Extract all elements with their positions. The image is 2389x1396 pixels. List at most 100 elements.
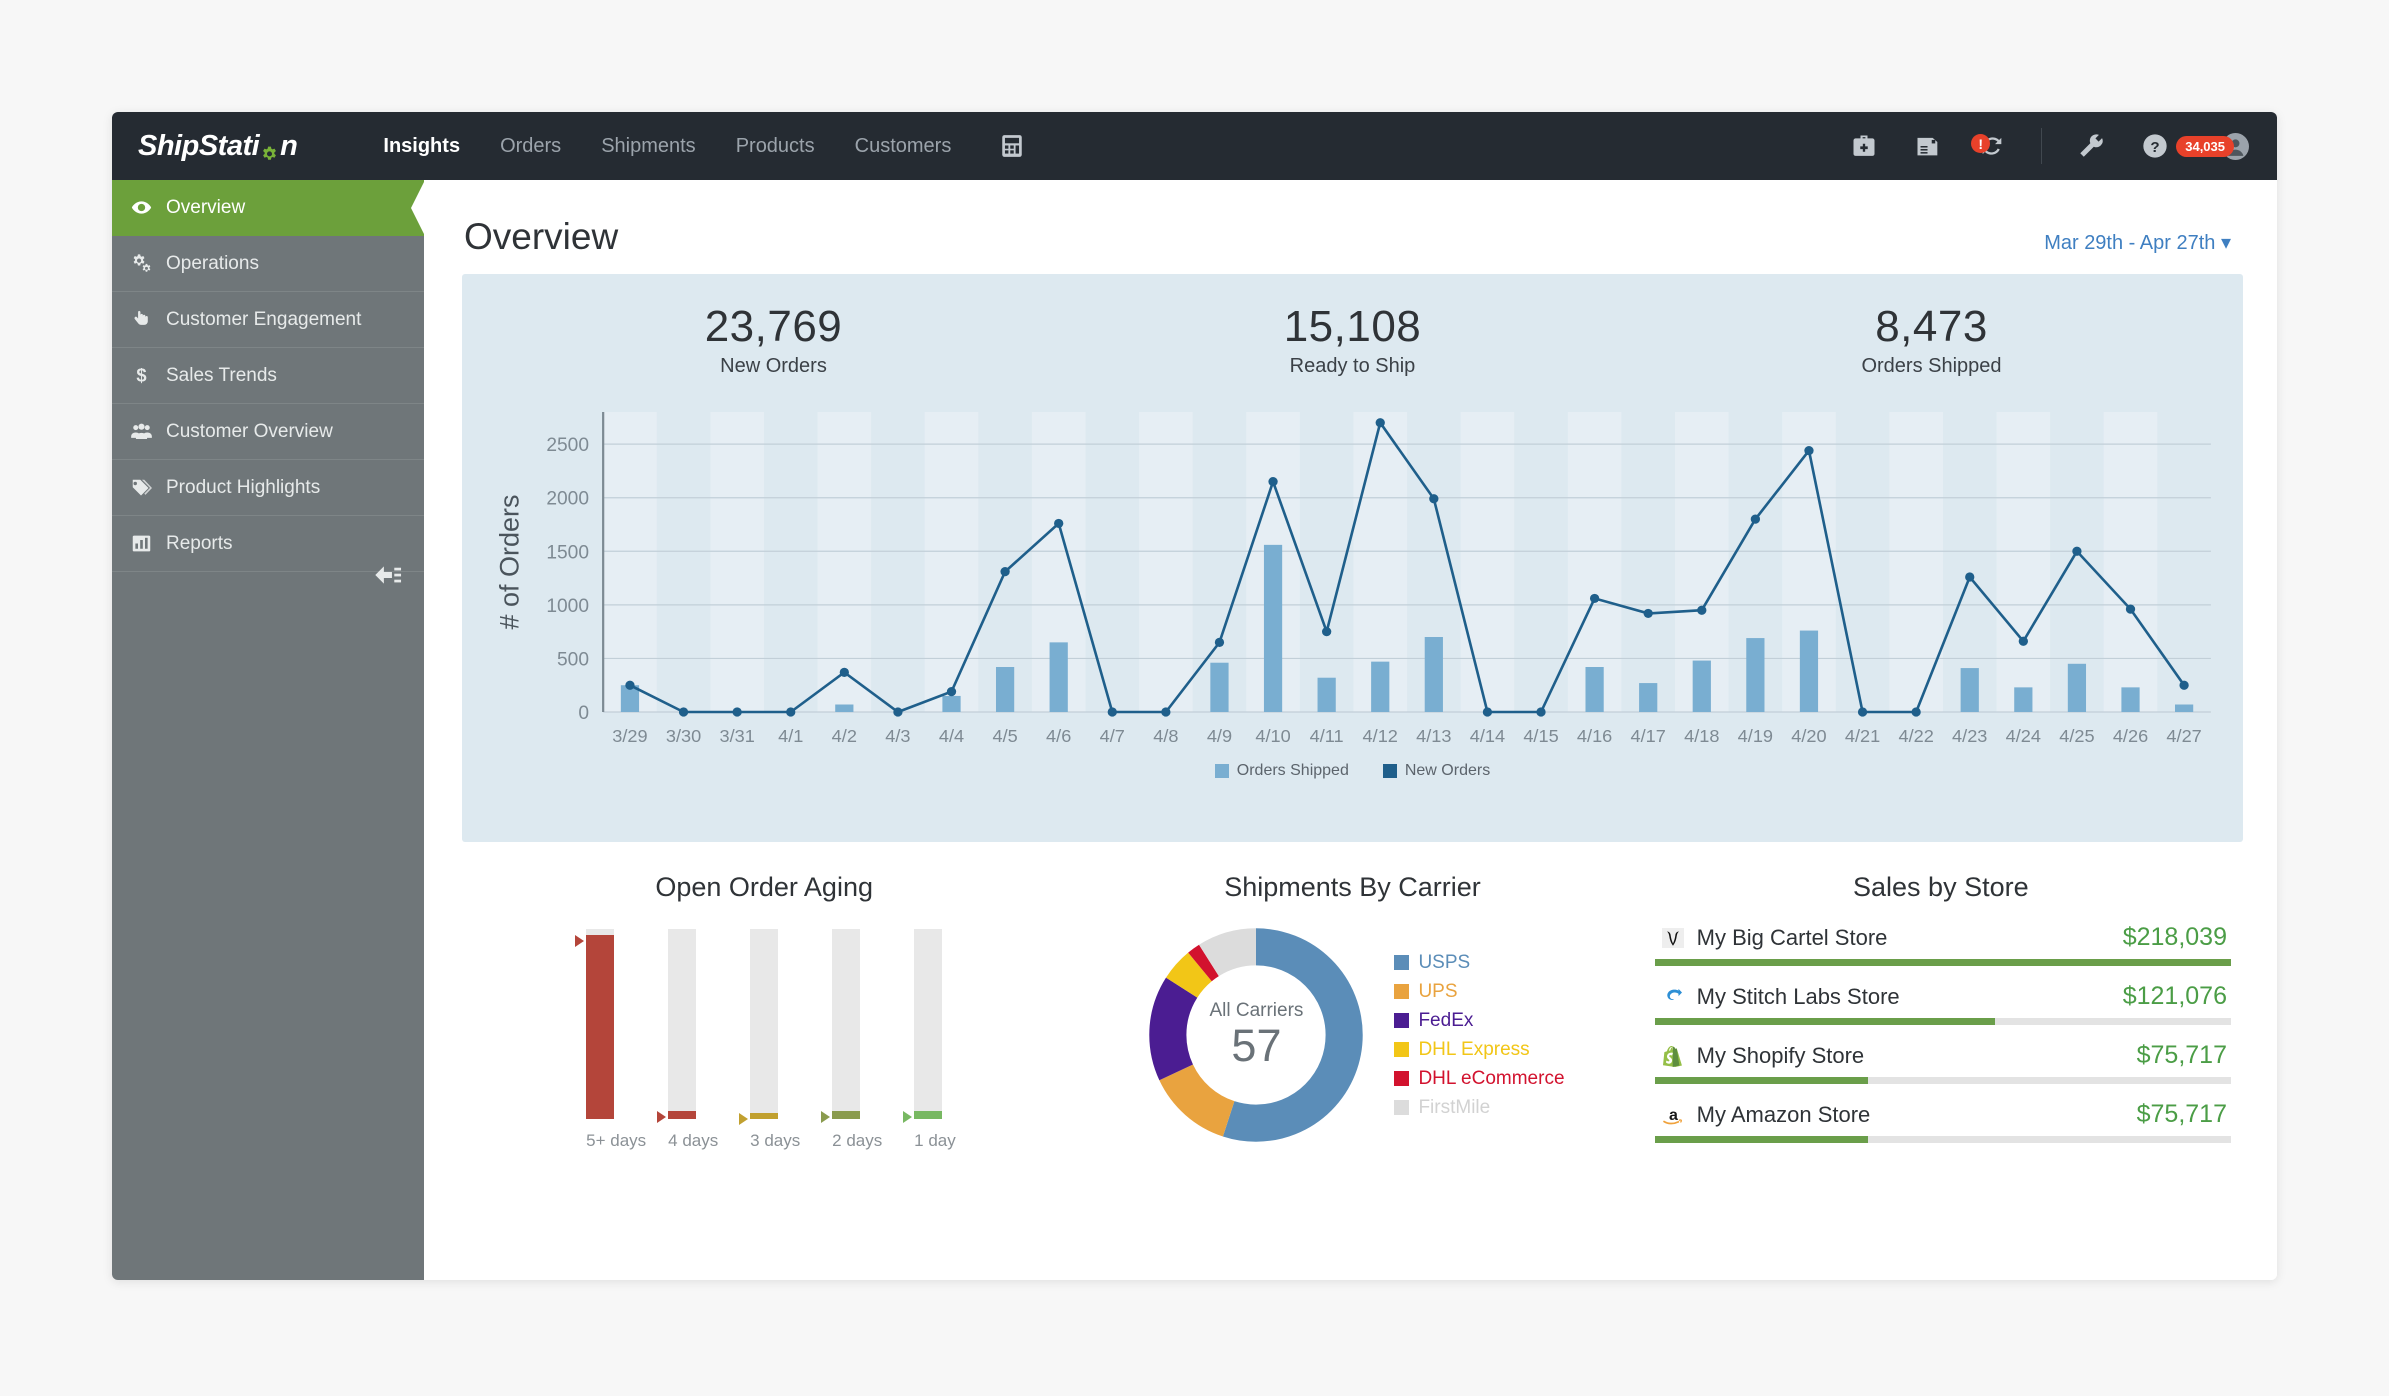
refresh-alert-icon[interactable]: ! [1971,131,2007,161]
svg-text:4/5: 4/5 [992,726,1017,746]
svg-text:4/25: 4/25 [2059,726,2094,746]
date-range-selector[interactable]: Mar 29th - Apr 27th ▾ [2044,230,2231,255]
aging-bar-track [750,929,779,1119]
carrier-legend: USPS UPS FedEx DHL Express DHL eCommerce Firs… [1394,952,1565,1119]
carrier-legend-item[interactable]: DHL Express [1394,1039,1564,1061]
store-list-item[interactable]: a My Amazon Store $75,717 [1654,1096,2231,1143]
sales-by-store-panel: Sales by Store My Big Cartel Store $218,0… [1647,872,2235,1155]
svg-text:4/8: 4/8 [1153,726,1178,746]
sidebar-item-overview[interactable]: Overview [112,180,425,236]
aging-bar-label: 2 days [832,1131,883,1150]
aging-bar-track [668,929,697,1119]
medical-kit-icon[interactable] [1849,131,1879,161]
nav-link-shipments[interactable]: Shipments [601,135,696,158]
sidebar-item-label: Reports [166,532,233,554]
svg-text:4/4: 4/4 [939,726,964,746]
svg-text:4/7: 4/7 [1100,726,1125,746]
store-list-item[interactable]: My Shopify Store $75,717 [1654,1037,2231,1084]
sidebar-item-operations[interactable]: Operations [112,236,424,292]
help-icon[interactable]: ? [2140,131,2170,161]
nav-link-products[interactable]: Products [736,135,815,158]
carrier-legend-item[interactable]: DHL eCommerce [1394,1067,1565,1090]
store-progress-fill [1654,1136,1868,1143]
svg-text:# of Orders: # of Orders [493,495,524,630]
main-nav-links: Insights Orders Shipments Products Custo… [383,135,951,158]
page-header: Overview Mar 29th - Apr 27th ▾ [462,208,2243,274]
gear-icon [260,139,279,160]
kpi-label: Ready to Ship [1289,355,1416,378]
sidebar-item-label: Product Highlights [166,476,321,498]
svg-text:4/27: 4/27 [2166,726,2201,746]
legend-new-orders[interactable]: New Orders [1382,762,1490,780]
nav-link-orders[interactable]: Orders [500,135,561,158]
carrier-donut-chart[interactable]: All Carriers 57 [1140,919,1372,1151]
sidebar-item-sales-trends[interactable]: $ Sales Trends [112,348,424,404]
carrier-legend-item[interactable]: FirstMile [1394,1097,1564,1119]
aging-bar-fill [575,934,615,1119]
big-cartel-icon [1659,925,1687,951]
aging-bar-track [832,929,861,1119]
store-name: My Shopify Store [1696,1042,1865,1068]
shipstation-logo[interactable]: ShipStati n [128,130,298,163]
app-body: Overview Operations Customer Engagement … [112,180,2277,1280]
chevron-down-icon: ▾ [2220,232,2231,254]
nav-link-insights[interactable]: Insights [383,135,460,158]
carrier-legend-swatch [1394,1013,1410,1028]
hand-pointer-icon [128,309,154,331]
carrier-legend-item[interactable]: UPS [1394,981,1564,1003]
carrier-legend-item[interactable]: USPS [1394,952,1564,974]
sidebar-item-product-highlights[interactable]: Product Highlights [112,460,424,516]
nav-link-customers[interactable]: Customers [855,135,952,158]
store-list-item[interactable]: My Stitch Labs Store $121,076 [1654,978,2231,1025]
calculator-icon[interactable] [997,133,1027,159]
svg-text:4/22: 4/22 [1898,726,1933,746]
svg-text:3/29: 3/29 [612,726,647,746]
sidebar-item-customer-overview[interactable]: Customer Overview [112,404,424,460]
collapse-sidebar-icon[interactable] [370,561,404,589]
store-list-item[interactable]: My Big Cartel Store $218,039 [1654,919,2231,966]
aging-bar-5[interactable] [903,929,943,1124]
chart-legend: Orders Shipped New Orders [484,762,2221,780]
store-row: a My Amazon Store $75,717 [1655,1096,2231,1136]
svg-text:4/11: 4/11 [1310,726,1344,746]
sidebar: Overview Operations Customer Engagement … [112,180,425,1280]
sidebar-item-label: Customer Engagement [166,308,362,330]
open-order-aging-panel: Open Order Aging 5+ days 4 days 3 days 2 da… [470,872,1058,1155]
help-and-account-group: ? 34,035 [2140,131,2249,161]
svg-text:500: 500 [557,650,589,671]
aging-bar-4[interactable] [821,929,861,1124]
carrier-legend-item[interactable]: FedEx [1394,1010,1564,1032]
aging-bar-label: 4 days [668,1131,719,1150]
carrier-legend-swatch [1394,1071,1410,1086]
svg-text:4/15: 4/15 [1523,726,1558,746]
svg-text:2000: 2000 [546,489,589,510]
wrench-icon[interactable] [2076,131,2106,161]
aging-bar-1[interactable] [575,929,615,1119]
sidebar-item-label: Customer Overview [166,420,333,442]
sidebar-item-label: Sales Trends [166,364,277,386]
aging-bar-3[interactable] [739,929,779,1126]
svg-text:0: 0 [578,703,589,724]
aging-marker-icon [575,934,585,947]
svg-text:4/26: 4/26 [2113,726,2148,746]
svg-text:4/2: 4/2 [832,726,857,746]
store-progress-bar [1654,1136,2231,1143]
svg-text:4/16: 4/16 [1577,726,1612,746]
carrier-legend-swatch [1394,1100,1410,1115]
printer-label-icon[interactable] [1913,131,1943,161]
store-progress-fill [1654,1077,1868,1084]
page-title: Overview [464,216,619,257]
svg-text:4/12: 4/12 [1363,726,1398,746]
legend-swatch [1214,764,1229,779]
carrier-legend-label: DHL eCommerce [1418,1067,1565,1089]
date-range-label: Mar 29th - Apr 27th [2044,232,2216,254]
bar-chart-icon [128,533,154,555]
aging-bar-2[interactable] [657,929,697,1124]
svg-text:a: a [1669,1107,1678,1124]
sidebar-item-customer-engagement[interactable]: Customer Engagement [112,292,424,348]
store-row: My Shopify Store $75,717 [1655,1037,2231,1077]
shopify-icon [1659,1043,1687,1069]
main-content: Overview Mar 29th - Apr 27th ▾ 23,769 Ne… [424,180,2277,1280]
legend-orders-shipped[interactable]: Orders Shipped [1214,762,1349,780]
notification-count-badge[interactable]: 34,035 [2176,135,2234,157]
